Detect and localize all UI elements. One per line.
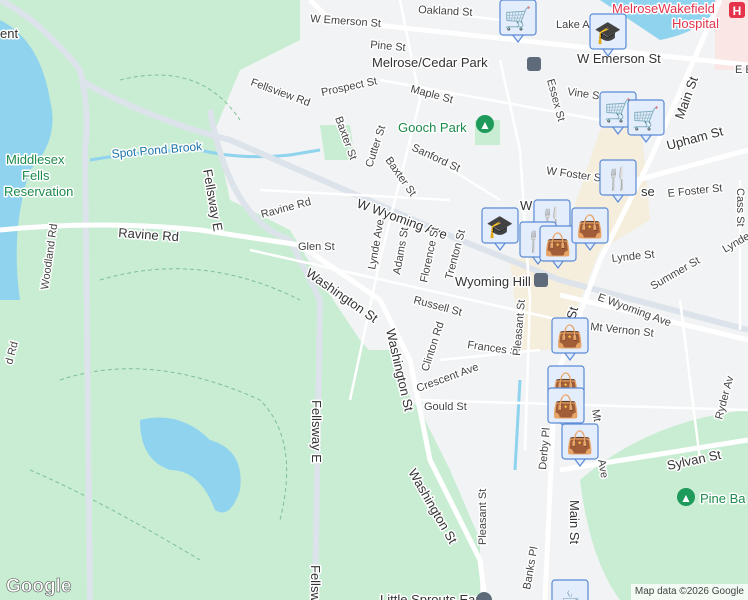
station-label: Melrose/Cedar Park bbox=[372, 55, 488, 70]
street-label: Sanford St bbox=[410, 142, 462, 175]
street-label: Baxter St bbox=[383, 155, 419, 199]
train-station-icon bbox=[527, 57, 541, 71]
shopping-bag-icon: 👜 bbox=[544, 232, 571, 258]
poi-marker-graduation-cap[interactable]: 🎓 bbox=[481, 207, 519, 251]
train-station-icon bbox=[534, 273, 548, 287]
street-label: Main St bbox=[567, 500, 582, 544]
map-canvas[interactable]: ent Middlesex Fells Reservation Spot Pon… bbox=[0, 0, 748, 600]
park-tree-icon: ▲ bbox=[677, 488, 695, 506]
street-label: Vine St bbox=[567, 86, 604, 103]
street-label: Pleasant St bbox=[477, 489, 489, 545]
place-label: ent bbox=[0, 26, 18, 41]
street-label: Russell St bbox=[412, 294, 463, 318]
street-label: Clinton Rd bbox=[419, 320, 446, 373]
street-label: Mt Vernon St bbox=[590, 321, 654, 340]
hospital-label: MelroseWakefield bbox=[612, 1, 715, 16]
street-label: Upham St bbox=[665, 123, 725, 153]
graduation-cap-icon: 🎓 bbox=[486, 215, 513, 240]
poi-marker-shopping-cart[interactable]: 🛒 bbox=[499, 0, 537, 43]
station-label: Wyoming Hill bbox=[455, 274, 531, 289]
svg-text:▲: ▲ bbox=[680, 491, 692, 505]
park-tree-icon: ▲ bbox=[476, 115, 494, 133]
shopping-bag-icon: 👜 bbox=[566, 430, 593, 456]
google-logo: Google bbox=[6, 576, 72, 598]
hospital-icon: H bbox=[729, 2, 745, 18]
restaurant-icon: 🍴 bbox=[604, 166, 631, 192]
shopping-bag-icon: 👜 bbox=[576, 214, 603, 240]
svg-text:H: H bbox=[733, 4, 742, 18]
street-label: Prospect St bbox=[320, 75, 378, 99]
street-label: W Emerson St bbox=[577, 51, 661, 66]
cafe-icon: ☕ bbox=[560, 587, 580, 600]
street-label: Oakland St bbox=[418, 4, 473, 19]
place-label: se bbox=[641, 184, 655, 199]
street-label: Fellsw bbox=[308, 565, 323, 600]
hospital-label: Hospital bbox=[672, 16, 719, 31]
poi-marker-shopping-bag[interactable]: 👜 bbox=[551, 317, 589, 361]
street-label: Fellsway E bbox=[309, 400, 324, 463]
place-label: Reservation bbox=[4, 184, 73, 199]
street-label: Lynde St bbox=[611, 249, 655, 265]
poi-marker-cafe[interactable]: ☕ bbox=[551, 579, 589, 600]
shopping-bag-icon: 👜 bbox=[552, 394, 579, 420]
place-label: Fells bbox=[22, 168, 50, 183]
street-label: Gould St bbox=[424, 401, 467, 413]
street-label: Banks Pl bbox=[521, 546, 540, 591]
map-attribution[interactable]: Map data ©2026 Google bbox=[630, 584, 748, 600]
street-label: E E bbox=[735, 64, 748, 76]
park-label-gooch: Gooch Park bbox=[398, 120, 467, 135]
street-label: Lynde bbox=[721, 230, 748, 255]
street-label: W bbox=[520, 198, 533, 213]
street-label: Florence St bbox=[418, 226, 441, 284]
street-label: Pine St bbox=[370, 39, 406, 54]
graduation-cap-icon: 🎓 bbox=[594, 21, 621, 46]
street-label: Fellsview Rd bbox=[249, 77, 312, 110]
street-label: Ravine Rd bbox=[260, 196, 313, 221]
park-label-pine-banks: Pine Ba bbox=[700, 491, 746, 506]
street-label: Glen St bbox=[298, 241, 335, 253]
street-label: Mt bbox=[589, 408, 603, 422]
poi-marker-shopping-bag[interactable]: 👜 bbox=[561, 423, 599, 467]
street-label: E Foster St bbox=[667, 182, 723, 200]
street-label: Essex St bbox=[544, 78, 567, 123]
shopping-cart-icon: 🛒 bbox=[632, 106, 659, 132]
street-label: Cass St bbox=[734, 188, 746, 227]
shopping-bag-icon: 👜 bbox=[556, 324, 583, 350]
place-label: Middlesex bbox=[6, 152, 65, 167]
street-label: Maple St bbox=[409, 83, 454, 106]
street-label: Summer St bbox=[649, 255, 703, 293]
svg-text:▲: ▲ bbox=[479, 118, 491, 132]
street-label: W Emerson St bbox=[310, 13, 382, 30]
street-label: Adams St bbox=[391, 226, 411, 275]
place-label: Little Sprouts Early bbox=[380, 592, 490, 600]
shopping-cart-icon: 🛒 bbox=[504, 6, 531, 32]
